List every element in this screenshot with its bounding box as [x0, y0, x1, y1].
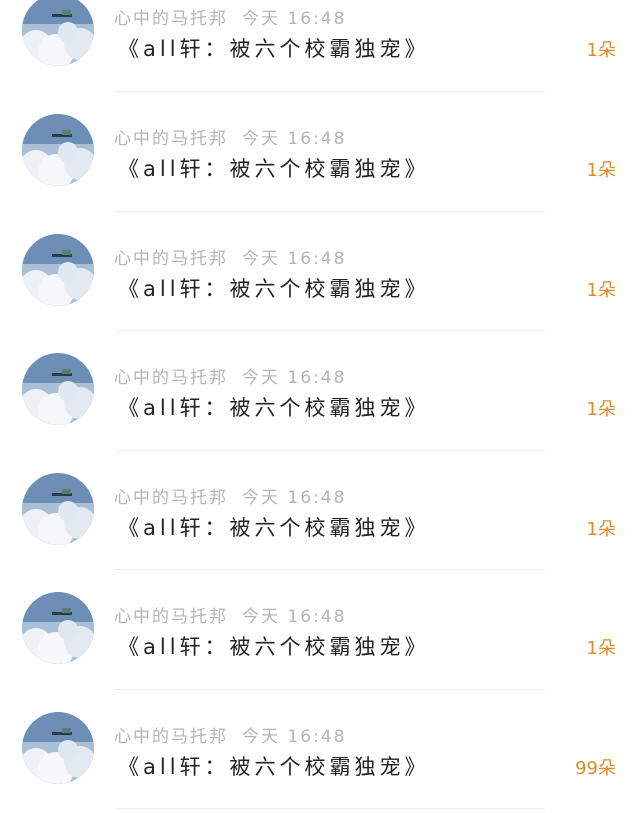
- feed-item[interactable]: 心中的马托邦 今天 16:48 《all轩：被六个校霸独宠》 99朵: [0, 690, 640, 810]
- avatar[interactable]: [22, 0, 94, 66]
- item-title: 《all轩：被六个校霸独宠》: [118, 37, 430, 61]
- avatar[interactable]: [22, 353, 94, 425]
- item-meta: 心中的马托邦 今天 16:48: [114, 602, 346, 627]
- item-title: 《all轩：被六个校霸独宠》: [118, 635, 430, 659]
- avatar[interactable]: [22, 114, 94, 186]
- author-name[interactable]: 心中的马托邦: [114, 129, 228, 149]
- item-meta: 心中的马托邦 今天 16:48: [114, 4, 346, 29]
- item-title: 《all轩：被六个校霸独宠》: [118, 276, 430, 301]
- feed-item[interactable]: 心中的马托邦 今天 16:48 《all轩：被六个校霸独宠》 1朵: [0, 570, 640, 690]
- timestamp: 今天 16:48: [242, 129, 347, 149]
- item-meta: 心中的马托邦 今天 16:48: [114, 722, 346, 747]
- timestamp: 今天 16:48: [242, 726, 347, 747]
- feed-item[interactable]: 心中的马托邦 今天 16:48 《all轩：被六个校霸独宠》 1朵: [0, 92, 640, 212]
- feed-item[interactable]: 心中的马托邦 今天 16:48 《all轩：被六个校霸独宠》 1朵: [0, 212, 640, 332]
- author-name[interactable]: 心中的马托邦: [114, 607, 228, 627]
- item-title: 《all轩：被六个校霸独宠》: [118, 396, 430, 420]
- avatar[interactable]: [22, 472, 94, 545]
- feed-item[interactable]: 心中的马托邦 今天 16:48 《all轩：被六个校霸独宠》 1朵: [0, 451, 640, 571]
- timestamp: 今天 16:48: [242, 487, 347, 508]
- avatar[interactable]: [22, 233, 94, 306]
- timestamp: 今天 16:48: [242, 9, 347, 29]
- gift-count: 1朵: [586, 160, 616, 181]
- gift-count: 1朵: [586, 399, 616, 420]
- gift-count: 1朵: [586, 40, 616, 61]
- gift-count: 1朵: [586, 279, 616, 301]
- gift-count: 1朵: [586, 518, 616, 540]
- item-title: 《all轩：被六个校霸独宠》: [118, 754, 430, 779]
- item-meta: 心中的马托邦 今天 16:48: [114, 363, 346, 388]
- gift-count: 99朵: [575, 757, 616, 779]
- item-title: 《all轩：被六个校霸独宠》: [118, 157, 430, 181]
- author-name[interactable]: 心中的马托邦: [114, 368, 228, 388]
- avatar[interactable]: [22, 711, 94, 784]
- feed-item[interactable]: 心中的马托邦 今天 16:48 《all轩：被六个校霸独宠》 1朵: [0, 0, 640, 92]
- author-name[interactable]: 心中的马托邦: [114, 488, 228, 508]
- author-name[interactable]: 心中的马托邦: [114, 9, 228, 29]
- item-meta: 心中的马托邦 今天 16:48: [114, 124, 346, 149]
- author-name[interactable]: 心中的马托邦: [114, 727, 228, 747]
- gift-count: 1朵: [586, 638, 616, 659]
- gift-feed: 心中的马托邦 今天 16:48 《all轩：被六个校霸独宠》 1朵 心中的马托邦今…: [0, 0, 640, 813]
- timestamp: 今天 16:48: [242, 248, 347, 269]
- timestamp: 今天 16:48: [242, 368, 347, 388]
- timestamp: 今天 16:48: [242, 607, 347, 627]
- item-meta: 心中的马托邦 今天 16:48: [114, 244, 346, 269]
- item-meta: 心中的马托邦 今天 16:48: [114, 483, 346, 508]
- author-name[interactable]: 心中的马托邦: [114, 249, 228, 269]
- avatar[interactable]: [22, 592, 94, 664]
- item-title: 《all轩：被六个校霸独宠》: [118, 515, 430, 540]
- feed-item[interactable]: 心中的马托邦 今天 16:48 《all轩：被六个校霸独宠》 1朵: [0, 331, 640, 451]
